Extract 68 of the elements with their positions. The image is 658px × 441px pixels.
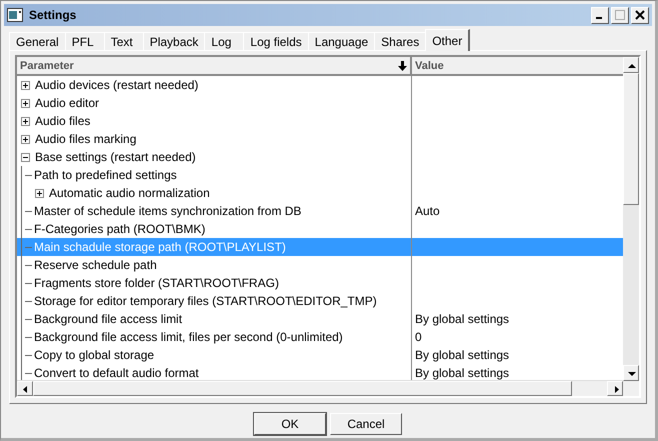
parameter-name: Audio editor: [35, 96, 100, 110]
parameter-value: By global settings: [415, 312, 510, 326]
table-row[interactable]: Storage for editor temporary files (START\ROOT\EDITOR_TMP): [17, 292, 623, 310]
table-row[interactable]: Reserve schedule path: [17, 256, 623, 274]
window-title: Settings: [29, 8, 78, 22]
tab[interactable]: Playback: [142, 32, 206, 50]
minimize-button[interactable]: [591, 6, 609, 24]
parameter-name: Reserve schedule path: [34, 258, 157, 272]
column-header[interactable]: Parameter: [17, 57, 412, 74]
window-app-icon: [7, 8, 23, 22]
expander-icon[interactable]: [35, 188, 44, 198]
horizontal-scrollbar[interactable]: [17, 380, 623, 396]
parameter-value: 0: [415, 330, 422, 344]
table-row[interactable]: Fragments store folder (START\ROOT\FRAG): [17, 274, 623, 292]
close-button[interactable]: [631, 6, 649, 24]
tab[interactable]: Shares: [374, 32, 426, 50]
maximize-button[interactable]: [611, 6, 629, 24]
parameter-name: F-Categories path (ROOT\BMK): [34, 222, 206, 236]
dialog-button[interactable]: OK: [254, 413, 326, 435]
parameter-name: Audio files marking: [35, 132, 136, 146]
table-row[interactable]: Master of schedule items synchronization from DB Auto: [17, 202, 623, 220]
maximize-icon: [615, 10, 625, 20]
parameter-name: Background file access limit, files per second (0-unlimited): [34, 330, 343, 344]
parameter-name: Background file access limit: [34, 312, 182, 326]
parameter-name: Main schadule storage path (ROOT\PLAYLIST): [34, 240, 286, 254]
table-row[interactable]: Base settings (restart needed): [17, 148, 623, 166]
tab[interactable]: Language: [308, 32, 376, 50]
column-header[interactable]: Value: [412, 57, 623, 74]
scrollbar-thumb[interactable]: [33, 381, 572, 396]
close-icon: [635, 10, 645, 20]
tab[interactable]: Text: [104, 32, 144, 50]
parameter-name: Automatic audio normalization: [49, 186, 210, 200]
expander-icon[interactable]: [21, 152, 30, 162]
tab[interactable]: General: [9, 32, 66, 50]
parameter-value: By global settings: [415, 366, 510, 380]
parameter-name: Convert to default audio format: [34, 366, 199, 380]
tab[interactable]: Log: [204, 32, 244, 50]
table-row[interactable]: Background file access limit By global settings: [17, 310, 623, 328]
table-row[interactable]: Audio files: [17, 112, 623, 130]
tab[interactable]: PFL: [64, 32, 105, 50]
table-row[interactable]: Audio files marking: [17, 130, 623, 148]
parameter-name: Fragments store folder (START\ROOT\FRAG): [34, 276, 279, 290]
table-row[interactable]: Audio editor: [17, 94, 623, 112]
scrollbar-thumb[interactable]: [623, 73, 639, 205]
dialog-button[interactable]: Cancel: [330, 413, 402, 435]
table-row[interactable]: Automatic audio normalization: [17, 184, 623, 202]
parameter-name: Audio devices (restart needed): [35, 78, 198, 92]
expander-icon[interactable]: [21, 116, 30, 126]
parameter-name: Path to predefined settings: [34, 168, 177, 182]
table-row[interactable]: Copy to global storage By global settings: [17, 346, 623, 364]
parameter-name: Audio files: [35, 114, 90, 128]
table-row[interactable]: Background file access limit, files per second (0-unlimited) 0: [17, 328, 623, 346]
tab[interactable]: Other: [425, 29, 470, 51]
parameter-name: Master of schedule items synchronization from DB: [34, 204, 302, 218]
parameter-name: Base settings (restart needed): [35, 150, 196, 164]
scrollbar-corner: [623, 381, 639, 396]
tab[interactable]: Log fields: [243, 32, 309, 50]
parameter-name: Copy to global storage: [34, 348, 154, 362]
sort-arrow-icon: [398, 60, 407, 70]
parameter-value: By global settings: [415, 348, 510, 362]
expander-icon[interactable]: [21, 134, 30, 144]
parameter-name: Storage for editor temporary files (START\ROOT\EDITOR_TMP): [34, 294, 377, 308]
expander-icon[interactable]: [21, 98, 30, 108]
table-row[interactable]: Path to predefined settings: [17, 166, 623, 184]
table-row[interactable]: Audio devices (restart needed): [17, 76, 623, 94]
vertical-scrollbar[interactable]: [623, 57, 639, 396]
expander-icon[interactable]: [21, 80, 30, 90]
parameter-value: Auto: [415, 204, 440, 218]
